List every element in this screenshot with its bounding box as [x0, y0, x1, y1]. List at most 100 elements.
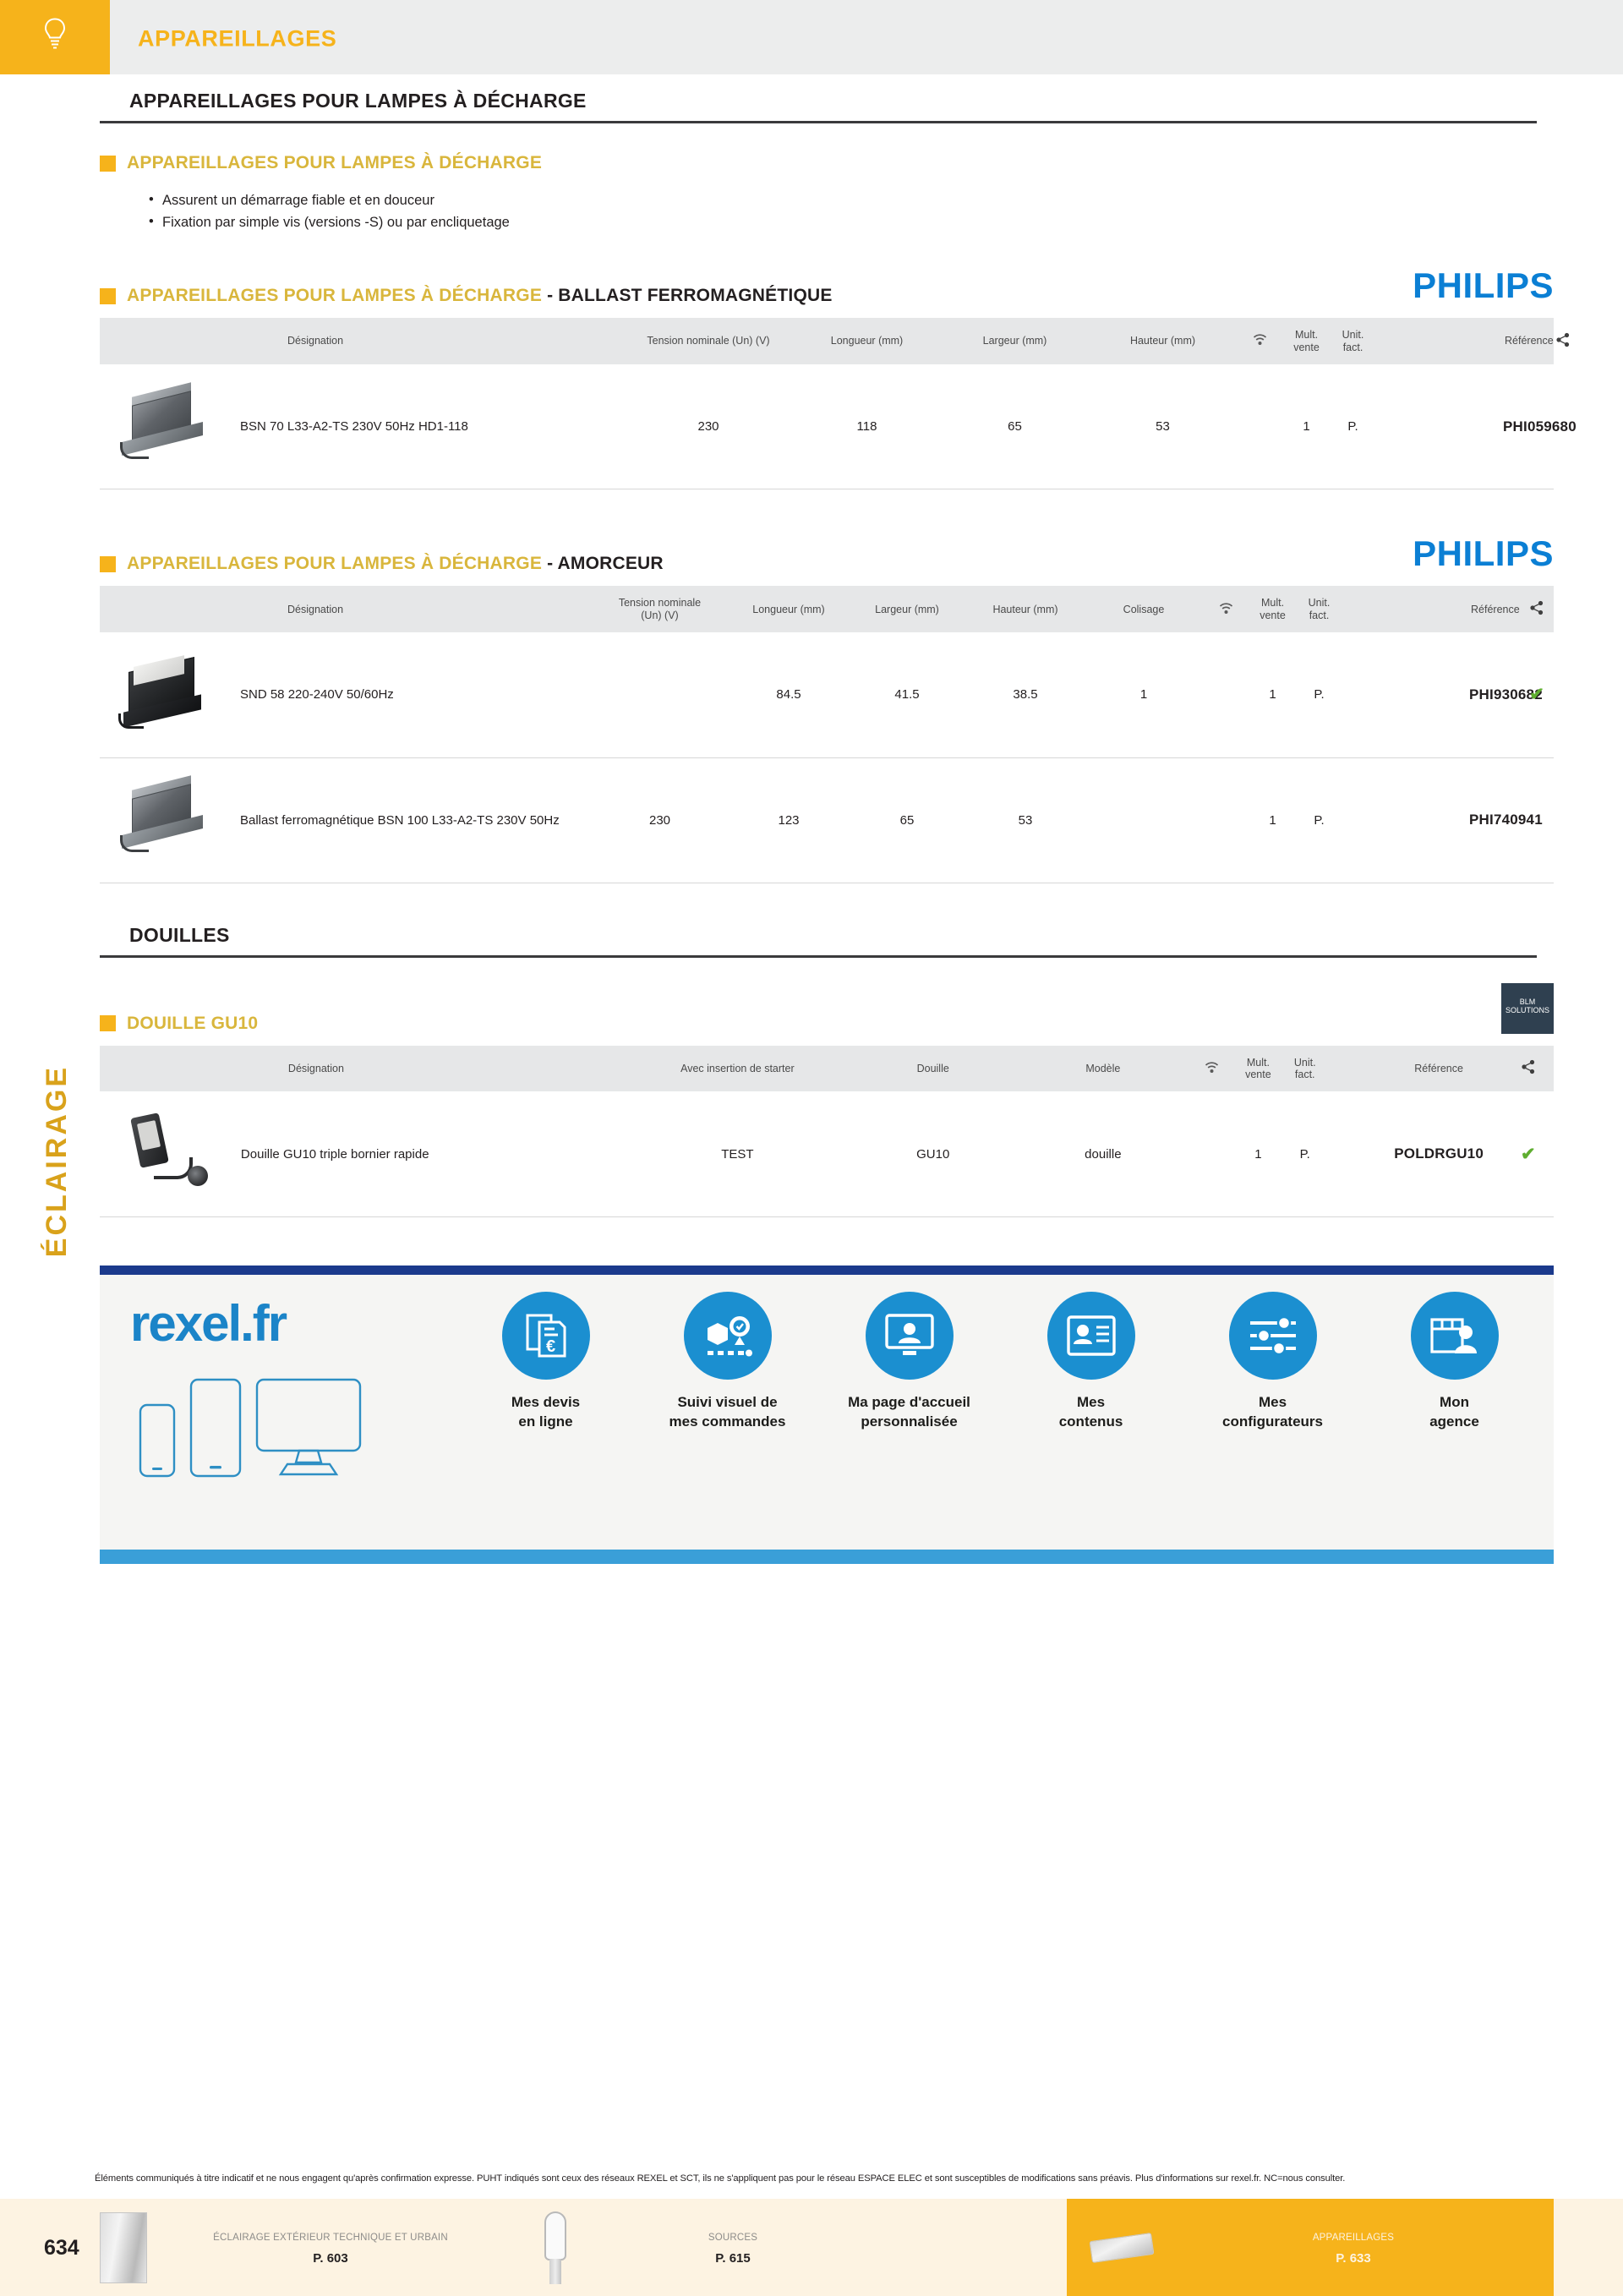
promo-item-suivi[interactable]: Suivi visuel de mes commandes: [645, 1292, 811, 1432]
col-wifi: [1203, 586, 1249, 632]
label-line-1: Suivi visuel de: [677, 1394, 778, 1410]
wifi-icon: [1205, 1061, 1219, 1076]
cell-check: ✔: [1520, 1144, 1536, 1164]
cell-reference: POLDRGU10: [1394, 1145, 1484, 1162]
agency-person-icon: [1410, 1292, 1499, 1380]
product-thumbnail: [100, 757, 235, 883]
cell-unit-fact: P.: [1314, 812, 1325, 828]
cell-designation: BSN 70 L33-A2-TS 230V 50Hz HD1-118: [240, 419, 468, 435]
cell-tension: [590, 632, 730, 757]
col-thumb: [100, 318, 235, 364]
table-row[interactable]: BSN 70 L33-A2-TS 230V 50Hz HD1-118 230 1…: [100, 364, 1577, 489]
footer-nav-title: ÉCLAIRAGE EXTÉRIEUR TECHNIQUE ET URBAIN: [213, 2233, 448, 2244]
wifi-icon: [1253, 333, 1267, 348]
col-colisage: Colisage: [1123, 603, 1165, 615]
product-table-ballast: Désignation Tension nominale (Un) (V) Lo…: [100, 318, 1577, 489]
table-row[interactable]: Ballast ferromagnétique BSN 100 L33-A2-T…: [100, 757, 1554, 883]
product-thumbnail: [100, 632, 235, 757]
cell-colisage: 1: [1139, 687, 1148, 702]
cell-longueur: 118: [856, 419, 877, 435]
col-spacer: [1328, 1046, 1374, 1092]
cell-mult-vente: 1: [1269, 812, 1276, 828]
intro-section-title: APPAREILLAGES POUR LAMPES À DÉCHARGE: [127, 153, 543, 172]
brand-logo-philips: PHILIPS: [1413, 265, 1554, 306]
intro-bullet-list: Assurent un démarrage fiable et en douce…: [115, 189, 1554, 233]
cell-longueur: 123: [778, 812, 800, 828]
page-content: APPAREILLAGES POUR LAMPES À DÉCHARGE APP…: [100, 74, 1577, 1217]
col-mult-vente: Mult. vente: [1293, 329, 1320, 353]
col-wifi: [1188, 1046, 1234, 1092]
douilles-heading: DOUILLES: [129, 923, 230, 946]
product-table-amorceur: Désignation Tension nominale (Un) (V) Lon…: [100, 586, 1554, 883]
label-line-2: en ligne: [518, 1413, 573, 1430]
section-header-ballast: APPAREILLAGES POUR LAMPES À DÉCHARGE - B…: [100, 265, 1554, 306]
col-spacer: [1376, 318, 1503, 364]
appareillage-icon: [1089, 2232, 1155, 2263]
table-header-row: Désignation Tension nominale (Un) (V) Lo…: [100, 318, 1570, 364]
table-row[interactable]: Douille GU10 triple bornier rapide TEST …: [100, 1091, 1554, 1217]
wifi-icon: [1219, 602, 1233, 617]
cell-hauteur: 38.5: [1013, 687, 1038, 702]
cell-tension: 230: [697, 419, 719, 435]
brand-logo-blm: BLM SOLUTIONS: [1501, 982, 1554, 1034]
table-row[interactable]: SND 58 220-240V 50/60Hz 84.5 41.5 38.5 1…: [100, 632, 1554, 758]
promo-item-configurateurs[interactable]: Mes configurateurs: [1190, 1292, 1356, 1432]
cell-designation: Douille GU10 triple bornier rapide: [240, 1146, 429, 1162]
col-spacer: [1342, 586, 1469, 632]
promo-item-label: Mes devis en ligne: [463, 1393, 629, 1432]
svg-text:€: €: [546, 1337, 555, 1356]
sliders-icon: [1228, 1292, 1317, 1380]
section-title-dark: - BALLAST FERROMAGNÉTIQUE: [542, 286, 833, 306]
cell-colisage: [1085, 757, 1203, 883]
share-icon: [1529, 600, 1544, 618]
page-number: 634: [44, 2236, 79, 2260]
lamp-icon: [541, 2211, 570, 2284]
phone-icon: [139, 1403, 176, 1482]
col-mult-vente: Mult. vente: [1245, 1056, 1271, 1080]
product-thumbnail: [100, 364, 235, 489]
col-reference: Référence: [1505, 335, 1554, 347]
tablet-icon: [189, 1378, 242, 1482]
section-marker-icon: [100, 1015, 116, 1032]
footer-nav-page: P. 615: [715, 2251, 751, 2266]
promo-item-accueil[interactable]: Ma page d'accueil personnalisée: [827, 1292, 992, 1432]
cell-tension: 230: [648, 812, 671, 828]
brand-logo-text: BLM SOLUTIONS: [1505, 997, 1549, 1014]
package-tracking-icon: [683, 1292, 772, 1380]
col-unit-fact: Unit. fact.: [1293, 1056, 1316, 1080]
cell-designation: Ballast ferromagnétique BSN 100 L33-A2-T…: [240, 812, 560, 828]
footer-nav-item-appareillages[interactable]: APPAREILLAGES P. 633: [1067, 2199, 1554, 2296]
col-longueur: Longueur (mm): [752, 603, 825, 615]
share-icon: [1555, 332, 1571, 350]
label-line-2: personnalisée: [861, 1413, 958, 1430]
homepage-user-icon: [865, 1292, 954, 1380]
content-card-icon: [1046, 1292, 1135, 1380]
promo-top-bar: [100, 1266, 1554, 1275]
col-designation: Désignation: [287, 603, 344, 615]
footer-nav-text: SOURCES P. 615: [570, 2227, 896, 2268]
footer-nav-item-eclairage[interactable]: ÉCLAIRAGE EXTÉRIEUR TECHNIQUE ET URBAIN …: [100, 2199, 514, 2296]
cell-wifi: [1203, 632, 1249, 757]
section-rail-label: ÉCLAIRAGE: [41, 1065, 73, 1258]
cell-reference: PHI059680: [1503, 418, 1577, 435]
cell-spacer: [1342, 757, 1469, 883]
col-share: [1520, 586, 1554, 632]
col-wifi: [1237, 318, 1283, 364]
promo-item-devis[interactable]: € Mes devis en ligne: [463, 1292, 629, 1432]
footer-nav-item-sources[interactable]: SOURCES P. 615: [541, 2199, 896, 2296]
footer-nav-text: APPAREILLAGES P. 633: [1153, 2227, 1554, 2268]
promo-item-contenus[interactable]: Mes contenus: [1008, 1292, 1174, 1432]
share-icon: [1521, 1059, 1536, 1077]
label-line-2: agence: [1429, 1413, 1479, 1430]
title-divider: [100, 121, 1537, 123]
promo-item-label: Ma page d'accueil personnalisée: [827, 1393, 992, 1432]
label-line-1: Mes: [1076, 1394, 1106, 1410]
footer-nav-title: SOURCES: [708, 2233, 758, 2244]
col-modele: Modèle: [1085, 1062, 1121, 1074]
cell-largeur: 65: [899, 812, 915, 828]
col-largeur: Largeur (mm): [982, 335, 1047, 347]
col-unit-fact: Unit. fact.: [1342, 329, 1364, 353]
section-title-douille-gu10: DOUILLE GU10: [127, 1013, 259, 1033]
promo-item-agence[interactable]: Mon agence: [1372, 1292, 1538, 1432]
promo-item-label: Mes contenus: [1008, 1393, 1174, 1432]
